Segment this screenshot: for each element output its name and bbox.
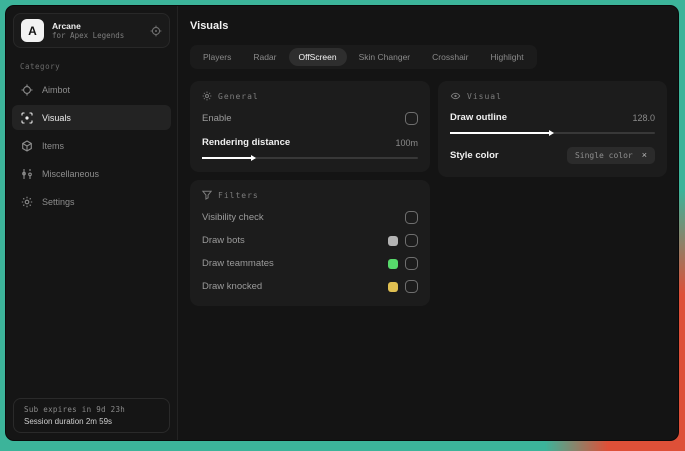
sidebar-item-label: Items (42, 140, 65, 151)
draw-teammates-checkbox[interactable] (405, 257, 418, 270)
slider-fill (450, 132, 551, 134)
sidebar-item-aimbot[interactable]: Aimbot (12, 77, 171, 102)
eye-icon (450, 91, 461, 101)
tab-crosshair[interactable]: Crosshair (422, 48, 478, 66)
app-subtitle: for Apex Legends (52, 31, 125, 41)
style-color-select[interactable]: Single color × (566, 147, 655, 164)
sliders-icon (21, 168, 33, 180)
filter-funnel-icon (202, 190, 212, 200)
draw-knocked-label: Draw knocked (202, 281, 263, 292)
style-color-label: Style color (450, 150, 499, 161)
sidebar-item-label: Aimbot (42, 84, 71, 95)
sidebar-item-label: Miscellaneous (42, 168, 100, 179)
app-logo-card: A Arcane for Apex Legends (13, 13, 170, 48)
sidebar-item-miscellaneous[interactable]: Miscellaneous (12, 161, 171, 186)
sidebar-item-label: Visuals (42, 112, 71, 123)
close-icon[interactable]: × (642, 151, 647, 160)
style-color-value: Single color (574, 151, 633, 160)
general-panel: General Enable Rendering distance 100m (190, 81, 430, 172)
gear-icon (21, 196, 33, 208)
session-duration-text: Session duration 2m 59s (24, 417, 113, 426)
crosshair-icon (21, 84, 33, 96)
draw-knocked-color-swatch[interactable] (388, 281, 398, 292)
draw-knocked-checkbox[interactable] (405, 280, 418, 293)
tab-radar[interactable]: Radar (243, 48, 286, 66)
category-label: Category (20, 62, 61, 71)
tab-players[interactable]: Players (193, 48, 241, 66)
draw-outline-slider[interactable] (450, 132, 655, 134)
panel-title: General (218, 91, 259, 101)
tab-skin-changer[interactable]: Skin Changer (349, 48, 421, 66)
draw-bots-checkbox[interactable] (405, 234, 418, 247)
sidebar-nav: Aimbot Visuals Items Miscellaneous Setti… (6, 77, 177, 217)
session-card: Sub expires in 9d 23h Session duration 2… (13, 398, 170, 433)
target-icon[interactable] (150, 25, 162, 37)
visibility-check-checkbox[interactable] (405, 211, 418, 224)
main-content: Visuals Players Radar OffScreen Skin Cha… (178, 6, 678, 440)
gear-icon (202, 91, 212, 101)
app-name: Arcane (52, 20, 81, 31)
cube-icon (21, 139, 33, 152)
tab-highlight[interactable]: Highlight (481, 48, 534, 66)
draw-bots-color-swatch[interactable] (388, 235, 398, 246)
panel-title: Visual (467, 91, 502, 101)
draw-teammates-color-swatch[interactable] (388, 258, 398, 269)
visual-panel: Visual Draw outline 128.0 Style color Si… (438, 81, 667, 177)
sidebar: A Arcane for Apex Legends Category Aimbo… (6, 6, 178, 440)
draw-teammates-label: Draw teammates (202, 258, 274, 269)
enable-checkbox[interactable] (405, 112, 418, 125)
panel-title: Filters (218, 190, 259, 200)
app-logo: A (21, 19, 44, 42)
eye-scan-icon (21, 111, 33, 124)
sidebar-item-label: Settings (42, 196, 75, 207)
app-window: A Arcane for Apex Legends Category Aimbo… (5, 5, 679, 441)
rendering-distance-slider[interactable] (202, 157, 418, 159)
slider-fill (202, 157, 252, 159)
sidebar-item-items[interactable]: Items (12, 133, 171, 158)
draw-bots-label: Draw bots (202, 235, 245, 246)
tab-bar: Players Radar OffScreen Skin Changer Cro… (190, 45, 537, 69)
page-title: Visuals (190, 20, 229, 32)
sidebar-item-settings[interactable]: Settings (12, 189, 171, 214)
draw-outline-label: Draw outline (450, 112, 508, 123)
filters-panel: Filters Visibility check Draw bots Draw … (190, 180, 430, 306)
enable-label: Enable (202, 113, 232, 124)
draw-outline-value: 128.0 (632, 112, 655, 123)
sub-expires-text: Sub expires in 9d 23h (24, 405, 126, 414)
sidebar-item-visuals[interactable]: Visuals (12, 105, 171, 130)
rendering-distance-value: 100m (395, 137, 418, 148)
visibility-check-label: Visibility check (202, 212, 264, 223)
rendering-distance-label: Rendering distance (202, 137, 291, 148)
tab-offscreen[interactable]: OffScreen (288, 48, 347, 66)
